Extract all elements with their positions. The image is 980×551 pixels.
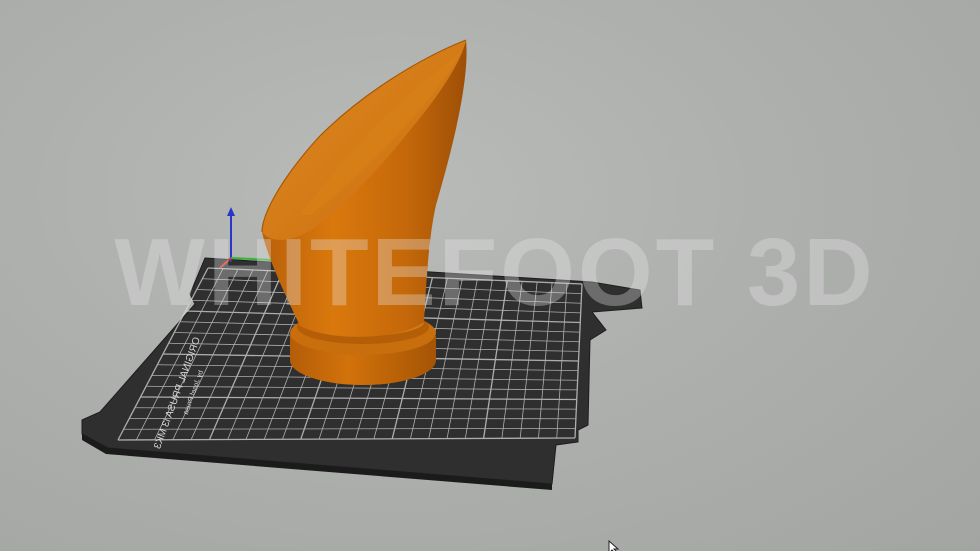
3d-viewport[interactable]: ORIGINAL PRUSA i3 MK3 by Josef Prusa WHI… [0, 0, 980, 551]
z-axis-arrow-icon [227, 207, 235, 216]
orange-cone-model[interactable] [261, 39, 467, 385]
3d-scene[interactable]: ORIGINAL PRUSA i3 MK3 by Josef Prusa [0, 0, 980, 551]
mouse-cursor-icon [608, 540, 620, 551]
